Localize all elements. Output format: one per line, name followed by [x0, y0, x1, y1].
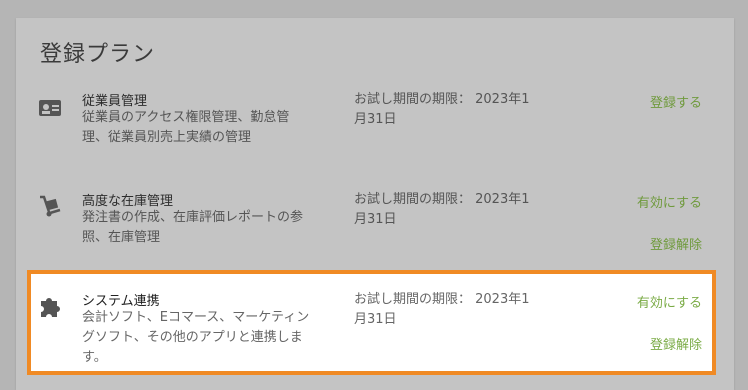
- plan-description: 発注書の作成、在庫評価レポートの参照、在庫管理: [82, 210, 304, 245]
- plan-description: 従業員のアクセス権限管理、勤怠管理、従業員別売上実績の管理: [82, 110, 290, 145]
- activate-button[interactable]: 有効にする: [637, 192, 702, 211]
- plan-row-integration: システム連携 会計ソフト、Eコマース、マーケティングソフト、その他のアプリと連携…: [16, 288, 734, 378]
- unsubscribe-button[interactable]: 登録解除: [650, 334, 702, 353]
- hand-truck-icon: [36, 192, 64, 220]
- plan-name: 従業員管理: [82, 94, 148, 109]
- puzzle-piece-icon: [36, 292, 64, 320]
- trial-expiry: お試し期間の期限： 2023年1月31日: [354, 92, 530, 127]
- plan-description: 会計ソフト、Eコマース、マーケティングソフト、その他のアプリと連携します。: [82, 310, 310, 365]
- subscribe-button[interactable]: 登録する: [650, 92, 702, 111]
- trial-expiry: お試し期間の期限： 2023年1月31日: [354, 192, 530, 227]
- activate-button[interactable]: 有効にする: [637, 292, 702, 311]
- id-card-icon: [36, 94, 64, 122]
- trial-expiry: お試し期間の期限： 2023年1月31日: [354, 292, 530, 327]
- plan-row-employee: 従業員管理 従業員のアクセス権限管理、勤怠管理、従業員別売上実績の管理 お試し期…: [16, 88, 734, 178]
- unsubscribe-button[interactable]: 登録解除: [650, 234, 702, 253]
- plan-row-inventory: 高度な在庫管理 発注書の作成、在庫評価レポートの参照、在庫管理 お試し期間の期限…: [16, 188, 734, 268]
- page-title: 登録プラン: [40, 42, 156, 67]
- plan-name: システム連携: [82, 294, 160, 309]
- plan-name: 高度な在庫管理: [82, 194, 174, 209]
